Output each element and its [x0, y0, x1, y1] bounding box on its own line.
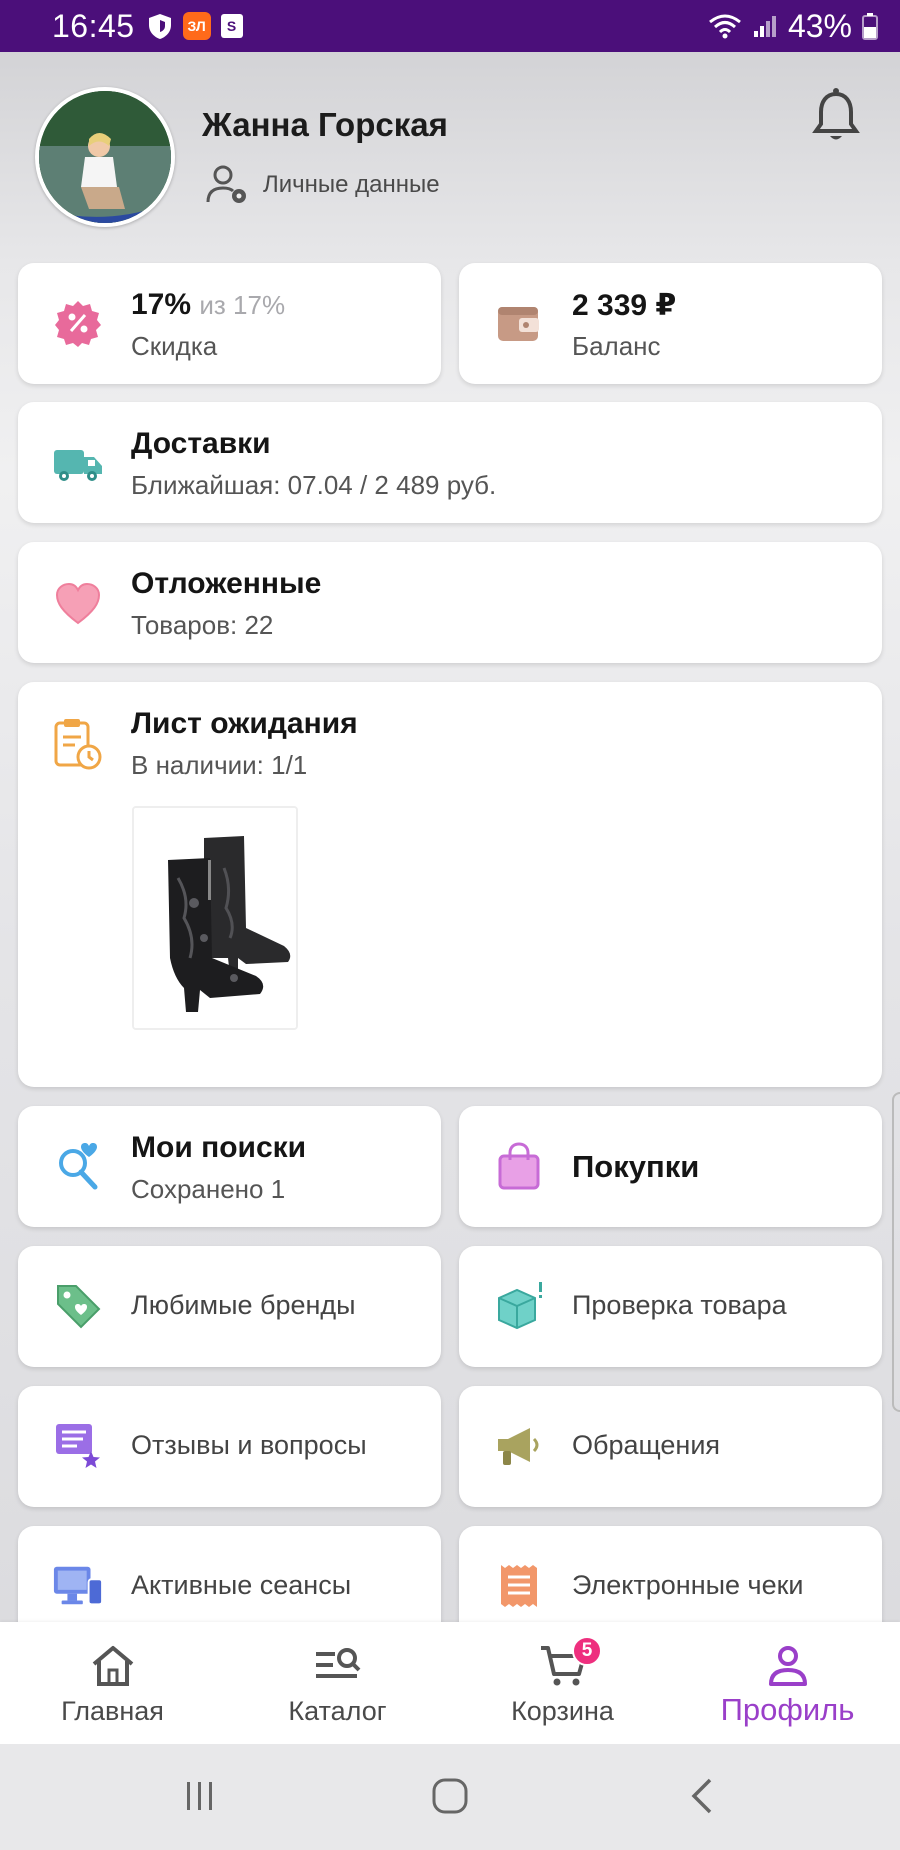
discount-icon: [52, 297, 104, 349]
balance-value: 2 339 ₽: [572, 289, 677, 322]
waitlist-subtitle: В наличии: 1/1: [131, 750, 308, 780]
receipt-icon: [493, 1560, 545, 1612]
receipts-label: Электронные чеки: [572, 1570, 804, 1600]
discount-value: 17%: [131, 288, 192, 321]
app-notification-icon: ЗЛ: [182, 12, 211, 40]
bell-icon[interactable]: [810, 86, 862, 146]
deliveries-title: Доставки: [131, 427, 271, 460]
status-time: 16:45: [52, 7, 135, 44]
back-button[interactable]: [672, 1770, 732, 1822]
avatar[interactable]: [35, 87, 175, 227]
reviews-label: Отзывы и вопросы: [131, 1430, 367, 1460]
tab-home[interactable]: Главная: [0, 1622, 225, 1744]
discount-label: Скидка: [131, 331, 218, 361]
purchases-title: Покупки: [572, 1149, 700, 1184]
profile-header: Жанна Горская Личные данные: [0, 52, 900, 257]
appeals-label: Обращения: [572, 1430, 721, 1460]
discount-value-line: 17% из 17%: [131, 288, 285, 322]
user-name: Жанна Горская: [202, 106, 448, 143]
tab-cart-label: Корзина: [511, 1696, 614, 1726]
back-chevron-icon: [691, 1778, 712, 1814]
profile-screen[interactable]: Жанна Горская Личные данные 17% из 17% С…: [0, 52, 900, 1622]
waitlist-title: Лист ожидания: [131, 707, 358, 740]
reviews-card[interactable]: Отзывы и вопросы: [18, 1386, 441, 1507]
system-nav-bar: [0, 1744, 900, 1850]
devices-icon: [52, 1560, 104, 1612]
tab-cart[interactable]: 5 Корзина: [450, 1622, 675, 1744]
home-button[interactable]: [420, 1770, 480, 1822]
searches-card[interactable]: Мои поиски Сохранено 1: [18, 1106, 441, 1227]
brands-card[interactable]: Любимые бренды: [18, 1246, 441, 1367]
searches-title: Мои поиски: [131, 1131, 307, 1164]
receipts-card[interactable]: Электронные чеки: [459, 1526, 882, 1622]
purchases-card[interactable]: Покупки: [459, 1106, 882, 1227]
cart-badge: 5: [572, 1636, 602, 1666]
deliveries-card[interactable]: Доставки Ближайшая: 07.04 / 2 489 руб.: [18, 402, 882, 523]
home-icon: [92, 1646, 133, 1686]
clipboard-clock-icon: [52, 718, 104, 770]
sessions-card[interactable]: Активные сеансы: [18, 1526, 441, 1622]
signal-icon: [753, 16, 776, 37]
balance-card[interactable]: 2 339 ₽ Баланс: [459, 263, 882, 384]
home-circle-icon: [432, 1778, 468, 1814]
favorites-title: Отложенные: [131, 567, 322, 600]
tab-catalog[interactable]: Каталог: [225, 1622, 450, 1744]
product-check-card[interactable]: Проверка товара: [459, 1246, 882, 1367]
personal-data-link[interactable]: Личные данные: [205, 164, 440, 206]
shopping-bag-icon: [493, 1140, 545, 1192]
waitlist-product-image[interactable]: [132, 806, 298, 1030]
profile-icon: [768, 1646, 807, 1686]
discount-card[interactable]: 17% из 17% Скидка: [18, 263, 441, 384]
tab-home-label: Главная: [61, 1696, 164, 1726]
appeals-card[interactable]: Обращения: [459, 1386, 882, 1507]
tab-profile-label: Профиль: [720, 1692, 855, 1727]
battery-percent: 43%: [787, 7, 852, 44]
searches-subtitle: Сохранено 1: [131, 1174, 286, 1204]
tag-heart-icon: [52, 1280, 104, 1332]
review-star-icon: [52, 1420, 104, 1472]
tab-catalog-label: Каталог: [288, 1696, 387, 1726]
catalog-search-icon: [315, 1648, 360, 1678]
status-bar: 16:45 ЗЛ S 43%: [0, 0, 900, 52]
balance-label: Баланс: [572, 331, 661, 361]
waitlist-card[interactable]: Лист ожидания В наличии: 1/1: [18, 682, 882, 1087]
megaphone-icon: [493, 1420, 545, 1472]
brands-label: Любимые бренды: [131, 1290, 356, 1320]
personal-data-label: Личные данные: [263, 171, 440, 198]
shield-icon: [148, 14, 171, 39]
deliveries-subtitle: Ближайшая: 07.04 / 2 489 руб.: [131, 470, 497, 500]
discount-max: из 17%: [199, 290, 286, 320]
truck-icon: [52, 438, 104, 490]
box-check-icon: [493, 1280, 545, 1332]
recents-icon: [187, 1782, 212, 1810]
favorites-card[interactable]: Отложенные Товаров: 22: [18, 542, 882, 663]
recents-button[interactable]: [170, 1770, 230, 1822]
bottom-tab-bar: Главная Каталог 5 Корзина Профиль: [0, 1622, 900, 1744]
scroll-indicator[interactable]: [892, 1092, 900, 1412]
tab-profile[interactable]: Профиль: [675, 1622, 900, 1744]
favorites-subtitle: Товаров: 22: [131, 610, 274, 640]
search-heart-icon: [52, 1140, 104, 1192]
heart-icon: [52, 578, 104, 630]
battery-icon: [862, 13, 878, 40]
sessions-label: Активные сеансы: [131, 1570, 352, 1600]
user-settings-icon: [206, 165, 246, 203]
wifi-icon: [709, 14, 741, 39]
product-check-label: Проверка товара: [572, 1290, 787, 1320]
app-s-icon: S: [220, 14, 243, 38]
wallet-icon: [493, 297, 545, 349]
